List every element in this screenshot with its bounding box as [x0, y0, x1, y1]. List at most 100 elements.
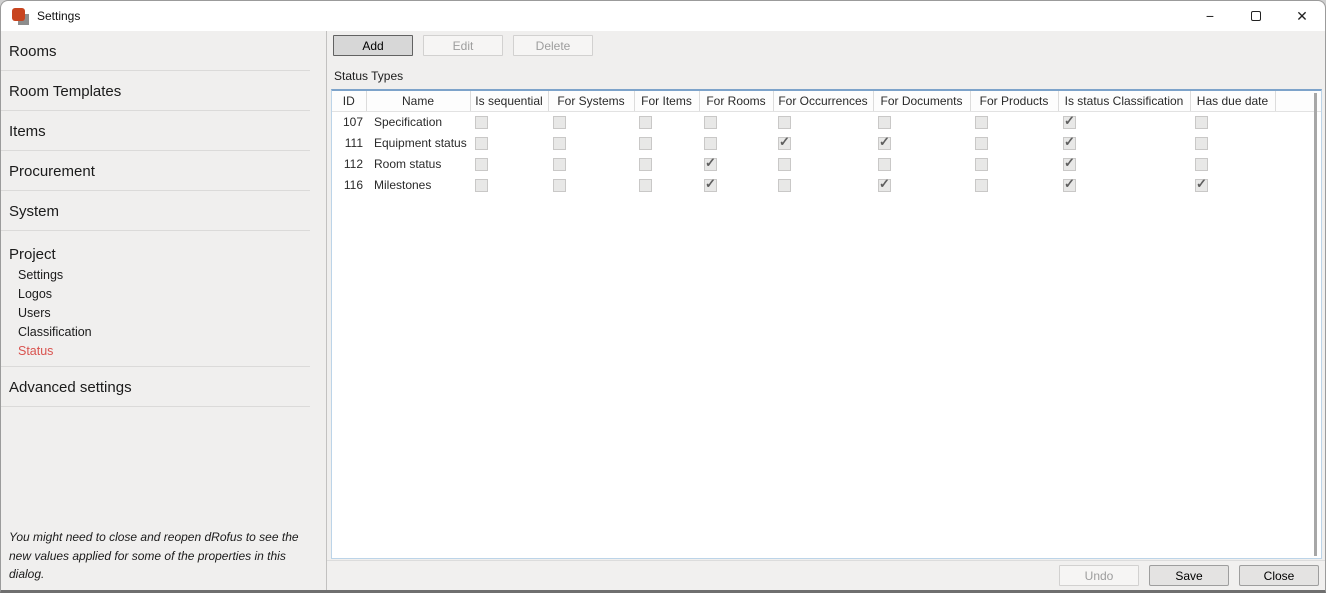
checkbox-is-sequential[interactable] [475, 158, 488, 171]
close-window-button[interactable]: ✕ [1279, 1, 1325, 31]
checkbox-for-items[interactable] [639, 116, 652, 129]
column-header-for-systems[interactable]: For Systems [548, 91, 634, 111]
table-row[interactable]: 107Specification✓ [332, 111, 1321, 132]
checkbox-for-items[interactable] [639, 179, 652, 192]
checkbox-for-items[interactable] [639, 137, 652, 150]
cell-is-status-classification: ✓ [1058, 132, 1190, 153]
edit-button[interactable]: Edit [423, 35, 503, 56]
checkbox-for-rooms[interactable]: ✓ [704, 179, 717, 192]
sidebar-item-system[interactable]: System [1, 191, 310, 231]
window-title: Settings [37, 9, 80, 23]
cell-for-items [634, 153, 699, 174]
column-header-for-occurrences[interactable]: For Occurrences [773, 91, 873, 111]
checkbox-for-documents[interactable]: ✓ [878, 137, 891, 150]
maximize-icon [1251, 11, 1261, 21]
table-row[interactable]: 112Room status ✓ ✓ [332, 153, 1321, 174]
checkbox-is-sequential[interactable] [475, 137, 488, 150]
column-header-is-status-classification[interactable]: Is status Classification [1058, 91, 1190, 111]
cell-id: 112 [332, 153, 366, 174]
checkbox-for-occurrences[interactable]: ✓ [778, 137, 791, 150]
column-header-has-due-date[interactable]: Has due date [1190, 91, 1275, 111]
checkbox-for-occurrences[interactable] [778, 158, 791, 171]
checkbox-is-status-classification[interactable]: ✓ [1063, 116, 1076, 129]
delete-button[interactable]: Delete [513, 35, 593, 56]
checkbox-for-rooms[interactable]: ✓ [704, 158, 717, 171]
settings-sidebar: Rooms Room Templates Items Procurement S… [1, 31, 327, 590]
check-icon: ✓ [705, 176, 716, 192]
cell-for-occurrences [773, 174, 873, 195]
cell-for-products [970, 132, 1058, 153]
sidebar-item-project-settings[interactable]: Settings [1, 266, 310, 285]
sidebar-item-advanced-settings[interactable]: Advanced settings [1, 367, 310, 407]
checkbox-for-rooms[interactable] [704, 137, 717, 150]
cell-is-status-classification: ✓ [1058, 153, 1190, 174]
status-types-panel: IDNameIs sequentialFor SystemsFor ItemsF… [331, 89, 1322, 559]
checkbox-for-products[interactable] [975, 179, 988, 192]
column-header-is-sequential[interactable]: Is sequential [470, 91, 548, 111]
cell-for-systems [548, 153, 634, 174]
checkbox-for-documents[interactable] [878, 158, 891, 171]
cell-name: Equipment status [366, 132, 470, 153]
checkbox-for-systems[interactable] [553, 137, 566, 150]
column-header-name[interactable]: Name [366, 91, 470, 111]
cell-is-status-classification: ✓ [1058, 174, 1190, 195]
undo-button[interactable]: Undo [1059, 565, 1139, 586]
checkbox-is-status-classification[interactable]: ✓ [1063, 158, 1076, 171]
checkbox-has-due-date[interactable] [1195, 158, 1208, 171]
checkbox-for-products[interactable] [975, 158, 988, 171]
checkbox-for-items[interactable] [639, 158, 652, 171]
checkbox-for-systems[interactable] [553, 158, 566, 171]
checkbox-has-due-date[interactable]: ✓ [1195, 179, 1208, 192]
table-body: 107Specification✓111Equipment status✓✓✓1… [332, 111, 1321, 195]
restart-note: You might need to close and reopen dRofu… [9, 528, 302, 584]
column-header-id[interactable]: ID [332, 91, 366, 111]
checkbox-for-systems[interactable] [553, 116, 566, 129]
cell-id: 107 [332, 111, 366, 132]
table-row[interactable]: 111Equipment status ✓ ✓ ✓ [332, 132, 1321, 153]
sidebar-item-project-logos[interactable]: Logos [1, 285, 310, 304]
cell-is-sequential [470, 174, 548, 195]
close-button[interactable]: Close [1239, 565, 1319, 586]
sidebar-item-items[interactable]: Items [1, 111, 310, 151]
sidebar-item-project[interactable]: Project [1, 231, 326, 266]
table-scrollbar[interactable] [1314, 93, 1317, 556]
checkbox-for-occurrences[interactable] [778, 179, 791, 192]
checkbox-for-products[interactable] [975, 137, 988, 150]
main-panel: Add Edit Delete Status Types IDNameIs se… [327, 31, 1325, 590]
minimize-icon: − [1206, 8, 1214, 24]
checkbox-is-sequential[interactable] [475, 116, 488, 129]
column-header-for-rooms[interactable]: For Rooms [699, 91, 773, 111]
sidebar-item-rooms[interactable]: Rooms [1, 31, 310, 71]
checkbox-for-occurrences[interactable] [778, 116, 791, 129]
minimize-button[interactable]: − [1187, 1, 1233, 31]
checkbox-for-rooms[interactable] [704, 116, 717, 129]
checkbox-for-systems[interactable] [553, 179, 566, 192]
checkbox-is-sequential[interactable] [475, 179, 488, 192]
sidebar-item-project-users[interactable]: Users [1, 304, 310, 323]
cell-for-systems [548, 132, 634, 153]
checkbox-is-status-classification[interactable]: ✓ [1063, 137, 1076, 150]
checkbox-is-status-classification[interactable]: ✓ [1063, 179, 1076, 192]
cell-name: Room status [366, 153, 470, 174]
sidebar-item-room-templates[interactable]: Room Templates [1, 71, 310, 111]
cell-has-due-date: ✓ [1190, 174, 1275, 195]
save-button[interactable]: Save [1149, 565, 1229, 586]
footer-bar: Undo Save Close [327, 560, 1325, 590]
checkbox-for-products[interactable] [975, 116, 988, 129]
table-row[interactable]: 116Milestones✓✓✓✓ [332, 174, 1321, 195]
checkbox-has-due-date[interactable] [1195, 137, 1208, 150]
column-header-for-documents[interactable]: For Documents [873, 91, 970, 111]
checkbox-has-due-date[interactable] [1195, 116, 1208, 129]
checkbox-for-documents[interactable] [878, 116, 891, 129]
add-button[interactable]: Add [333, 35, 413, 56]
cell-is-sequential [470, 132, 548, 153]
cell-id: 111 [332, 132, 366, 153]
maximize-button[interactable] [1233, 1, 1279, 31]
check-icon: ✓ [1064, 134, 1075, 150]
checkbox-for-documents[interactable]: ✓ [878, 179, 891, 192]
column-header-for-products[interactable]: For Products [970, 91, 1058, 111]
sidebar-item-project-classification[interactable]: Classification [1, 323, 310, 342]
sidebar-item-procurement[interactable]: Procurement [1, 151, 310, 191]
column-header-for-items[interactable]: For Items [634, 91, 699, 111]
sidebar-item-project-status[interactable]: Status [1, 342, 310, 361]
